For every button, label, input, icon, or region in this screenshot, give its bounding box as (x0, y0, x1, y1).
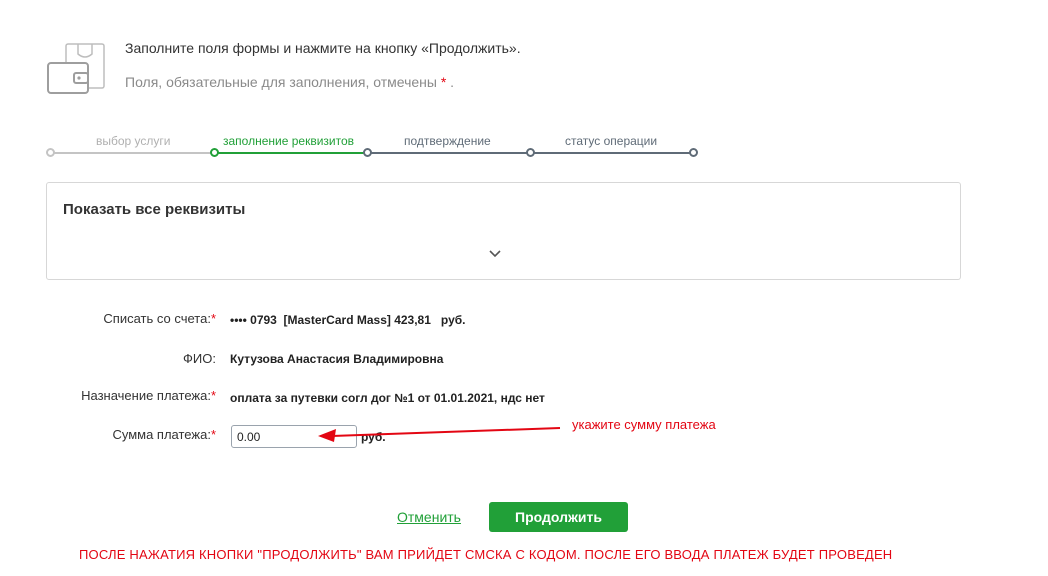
step-connector (367, 152, 530, 154)
step-label: заполнение реквизитов (223, 134, 355, 148)
chevron-down-icon[interactable] (488, 249, 502, 259)
step-connector (530, 152, 693, 154)
annotation-hint: укажите сумму платежа (572, 417, 716, 432)
arrow-left-icon (318, 427, 561, 442)
account-label: Списать со счета:* (103, 311, 216, 326)
show-all-details-panel[interactable]: Показать все реквизиты (46, 182, 961, 280)
progress-steps: выбор услуги заполнение реквизитов подтв… (46, 128, 706, 162)
sms-code-note: ПОСЛЕ НАЖАТИЯ КНОПКИ "ПРОДОЛЖИТЬ" ВАМ ПР… (79, 547, 893, 562)
step-marker (210, 148, 219, 157)
amount-label: Сумма платежа:* (112, 427, 216, 442)
wallet-icon (47, 43, 105, 94)
step-label: статус операции (565, 134, 658, 148)
step-label: подтверждение (404, 134, 491, 148)
step-marker (46, 148, 55, 157)
step-marker (526, 148, 535, 157)
step-marker (363, 148, 372, 157)
required-fields-note: Поля, обязательные для заполнения, отмеч… (125, 74, 455, 90)
cancel-link[interactable]: Отменить (397, 509, 461, 525)
form-instruction: Заполните поля формы и нажмите на кнопку… (125, 40, 521, 56)
continue-button[interactable]: Продолжить (489, 502, 628, 532)
details-panel-title: Показать все реквизиты (63, 201, 246, 218)
step-connector (214, 152, 367, 154)
step-label: выбор услуги (96, 134, 171, 148)
account-value: •••• 0793 [MasterCard Mass] 423,81 руб. (230, 313, 466, 327)
purpose-value: оплата за путевки согл дог №1 от 01.01.2… (230, 391, 545, 405)
name-label: ФИО: (183, 351, 216, 366)
step-marker (689, 148, 698, 157)
name-value: Кутузова Анастасия Владимировна (230, 352, 444, 366)
purpose-label: Назначение платежа:* (81, 388, 216, 403)
step-connector (50, 152, 214, 154)
